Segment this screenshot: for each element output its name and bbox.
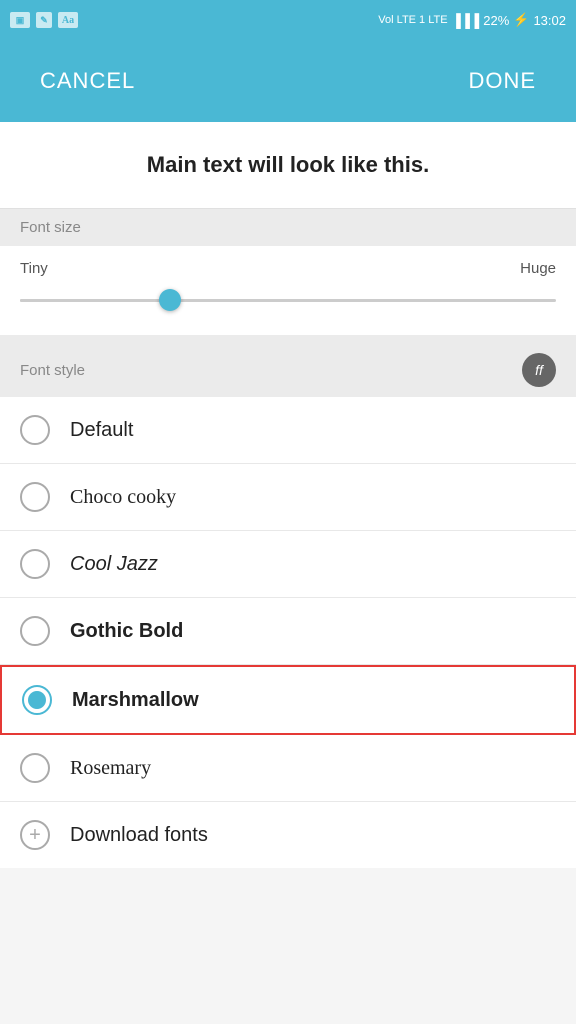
radio-rosemary: [20, 753, 50, 783]
font-item-choco-cooky[interactable]: Choco cooky: [0, 464, 576, 531]
download-fonts-label: Download fonts: [70, 824, 208, 847]
clock: 13:02: [533, 13, 566, 28]
font-size-label: Font size: [20, 219, 81, 236]
font-item-rosemary[interactable]: Rosemary: [0, 735, 576, 802]
preview-section: Main text will look like this.: [0, 122, 576, 209]
radio-cool-jazz: [20, 549, 50, 579]
status-bar: ▣ ✎ Aa Vol LTE 1 LTE ▐▐▐ 22% ⚡ 13:02: [0, 0, 576, 40]
slider-track: [20, 299, 556, 302]
font-size-slider[interactable]: [20, 285, 556, 315]
signal-bars-icon: ▐▐▐: [452, 13, 480, 28]
download-fonts-item[interactable]: + Download fonts: [0, 802, 576, 868]
font-name-choco-cooky: Choco cooky: [70, 486, 176, 509]
slider-thumb[interactable]: [159, 289, 181, 311]
battery-icon: ⚡: [513, 12, 529, 28]
font-icon: Aa: [58, 12, 78, 28]
font-item-default[interactable]: Default: [0, 397, 576, 464]
radio-default: [20, 415, 50, 445]
tiny-label: Tiny: [20, 260, 48, 277]
font-name-default: Default: [70, 419, 133, 442]
font-style-section: Default Choco cooky Cool Jazz Gothic Bol…: [0, 397, 576, 868]
radio-marshmallow-inner: [28, 691, 46, 709]
plus-icon: +: [20, 820, 50, 850]
font-style-label: Font style: [20, 362, 85, 379]
status-bar-right: Vol LTE 1 LTE ▐▐▐ 22% ⚡ 13:02: [378, 12, 566, 28]
battery-percent: 22%: [483, 13, 509, 28]
edit-icon: ✎: [36, 12, 52, 28]
font-name-cool-jazz: Cool Jazz: [70, 553, 158, 576]
screenshot-icon: ▣: [10, 12, 30, 28]
cancel-button[interactable]: CANCEL: [40, 68, 135, 94]
font-item-marshmallow[interactable]: Marshmallow: [0, 665, 576, 735]
font-item-cool-jazz[interactable]: Cool Jazz: [0, 531, 576, 598]
radio-choco-cooky: [20, 482, 50, 512]
radio-gothic-bold: [20, 616, 50, 646]
font-style-section-header: Font style ff: [0, 343, 576, 397]
font-size-labels: Tiny Huge: [20, 260, 556, 277]
font-name-rosemary: Rosemary: [70, 757, 151, 780]
font-name-marshmallow: Marshmallow: [72, 689, 199, 712]
font-size-section: Tiny Huge: [0, 246, 576, 343]
ff-badge: ff: [522, 353, 556, 387]
huge-label: Huge: [520, 260, 556, 277]
font-item-gothic-bold[interactable]: Gothic Bold: [0, 598, 576, 665]
radio-marshmallow: [22, 685, 52, 715]
done-button[interactable]: DONE: [468, 68, 536, 94]
header: CANCEL DONE: [0, 40, 576, 122]
font-name-gothic-bold: Gothic Bold: [70, 620, 183, 643]
font-size-section-header: Font size: [0, 209, 576, 246]
slider-fill: [20, 299, 181, 302]
preview-text: Main text will look like this.: [147, 152, 429, 177]
vol-lte-icon: Vol LTE 1 LTE: [378, 14, 447, 26]
status-bar-left: ▣ ✎ Aa: [10, 12, 78, 28]
